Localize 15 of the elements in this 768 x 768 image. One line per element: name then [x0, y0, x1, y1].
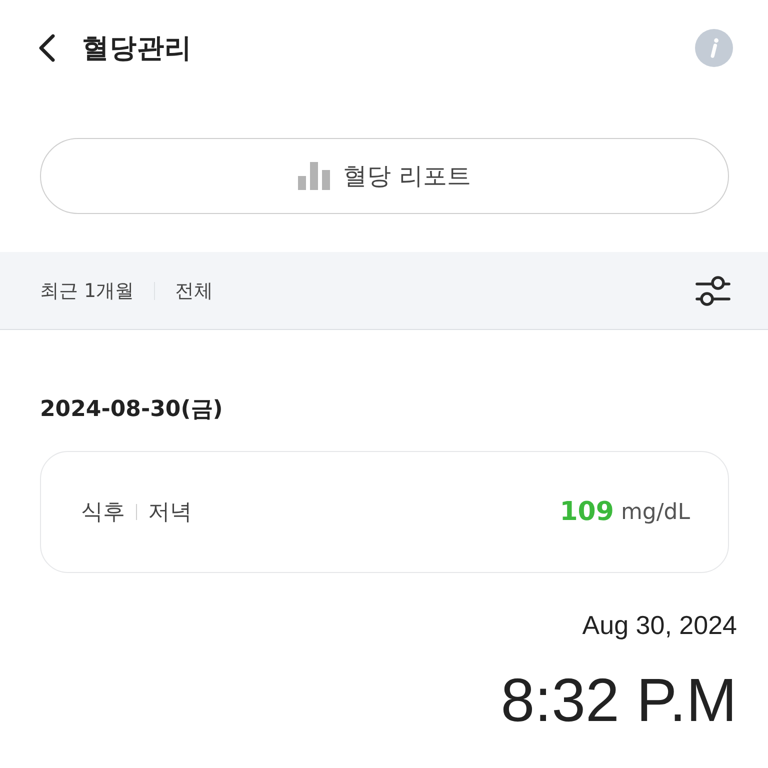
page-title: 혈당관리 [82, 32, 192, 66]
timestamp-date: Aug 30, 2024 [582, 609, 737, 642]
glucose-value: 109 [560, 497, 614, 527]
timestamp-time: 8:32 P.M [500, 665, 737, 735]
filter-option[interactable]: 최근 1개월 [40, 278, 134, 304]
unit-label: mg/dL [620, 500, 690, 524]
date-heading: 2024-08-30(금) [40, 396, 223, 424]
meal-label: 저녁 [148, 499, 192, 527]
filter-icon[interactable] [695, 274, 731, 306]
filter-option[interactable]: 전체 [175, 278, 214, 304]
record-card[interactable]: 식후 저녁 109 mg/dL [40, 451, 729, 573]
bar-chart-icon [298, 162, 330, 190]
report-button[interactable]: 혈당 리포트 [40, 138, 729, 214]
back-icon[interactable] [38, 34, 56, 62]
timing-label: 식후 [81, 499, 125, 527]
